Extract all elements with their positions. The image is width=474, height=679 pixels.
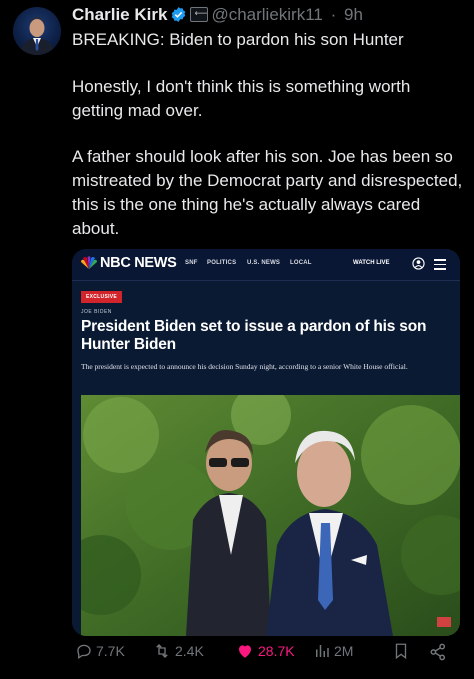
repost-icon: [156, 644, 168, 658]
tweet-paragraph: BREAKING: Biden to pardon his son Hunter: [72, 30, 404, 49]
nav-item-local: LOCAL: [290, 260, 312, 266]
nbc-brand: NBC NEWS: [100, 255, 177, 271]
like-icon: [239, 645, 251, 658]
verified-badge-icon: [172, 7, 186, 22]
nav-item-politics: POLITICS: [207, 260, 237, 266]
timestamp[interactable]: 9h: [344, 5, 363, 24]
tweet-text: BREAKING: Biden to pardon his son Hunter…: [72, 28, 464, 241]
like-button[interactable]: 28.7K: [235, 642, 295, 660]
bookmark-button[interactable]: [392, 642, 410, 660]
views-icon: [316, 645, 329, 657]
article-headline: President Biden set to issue a pardon of…: [81, 318, 427, 353]
repost-count: 2.4K: [175, 643, 204, 659]
display-name[interactable]: Charlie Kirk: [72, 5, 167, 24]
exclusive-label: EXCLUSIVE: [81, 291, 123, 303]
article-dek: The president is expected to announce hi…: [81, 362, 408, 371]
tweet-header: Charlie Kirk ⟵ @charliekirk11 · 9h: [72, 5, 464, 27]
watch-live: WATCH LIVE: [353, 260, 390, 266]
article-category: JOE BIDEN: [81, 309, 112, 315]
tweet-paragraph: A father should look after his son. Joe …: [72, 147, 463, 238]
nav-item-snf: SNF: [185, 260, 198, 266]
tweet-paragraph: Honestly, I don't think this is somethin…: [72, 76, 411, 120]
media-card[interactable]: NBC NEWS SNF POLITICS U.S. NEWS LOCAL WA…: [72, 249, 460, 636]
menu-icon: [434, 259, 446, 273]
account-icon: [412, 257, 425, 270]
reply-icon: [77, 644, 91, 660]
handle[interactable]: @charliekirk11: [211, 5, 322, 24]
bookmark-icon: [395, 643, 407, 660]
article-photo: [81, 395, 460, 636]
nbc-header-bar: NBC NEWS SNF POLITICS U.S. NEWS LOCAL WA…: [72, 249, 460, 281]
views-count: 2M: [334, 643, 354, 659]
affiliation-badge-icon[interactable]: ⟵: [190, 7, 209, 22]
like-count: 28.7K: [258, 643, 295, 659]
share-button[interactable]: [428, 642, 448, 662]
reply-count: 7.7K: [96, 643, 125, 659]
views-button[interactable]: 2M: [313, 642, 353, 660]
nav-item-us-news: U.S. NEWS: [247, 260, 281, 266]
repost-button[interactable]: 2.4K: [152, 642, 204, 660]
share-icon: [430, 643, 446, 661]
nbc-peacock-icon: [81, 256, 97, 269]
avatar[interactable]: [13, 7, 61, 55]
avatar-portrait: [19, 17, 55, 55]
separator: ·: [330, 5, 337, 24]
action-bar: 7.7K 2.4K 28.7K 2M: [0, 642, 474, 674]
reply-button[interactable]: 7.7K: [75, 642, 125, 660]
